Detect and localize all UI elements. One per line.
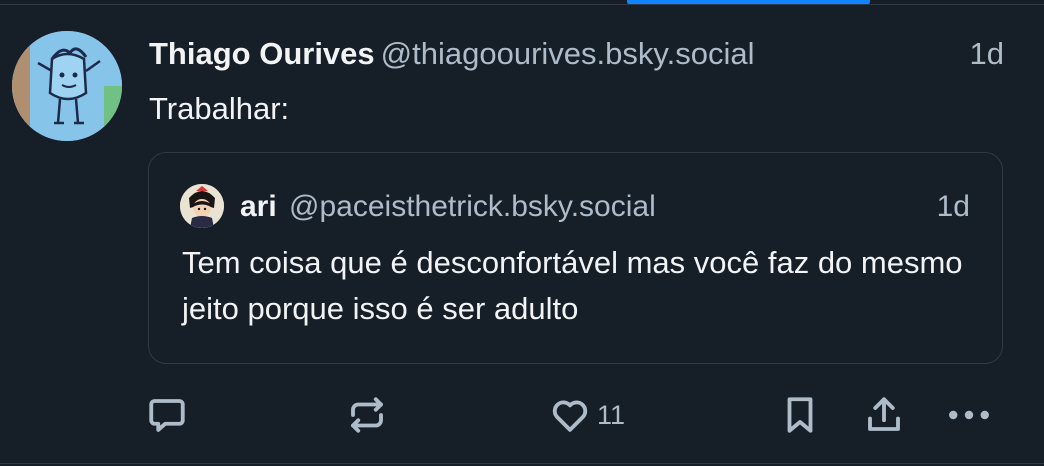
- quote-author-handle[interactable]: @paceisthetrick.bsky.social: [289, 190, 656, 223]
- post-timestamp[interactable]: 1d: [970, 33, 1004, 75]
- repost-arrows-icon: [351, 397, 383, 433]
- top-divider: [0, 4, 1044, 5]
- author-display-name[interactable]: Thiago Ourives: [149, 36, 375, 71]
- quote-timestamp[interactable]: 1d: [937, 187, 970, 227]
- like-count: 11: [597, 399, 626, 430]
- heart-icon: [552, 400, 588, 432]
- author-handle[interactable]: @thiagoourives.bsky.social: [381, 36, 755, 71]
- like-button[interactable]: 11: [549, 390, 625, 440]
- author-avatar[interactable]: [12, 31, 122, 141]
- bookmark-icon: [787, 397, 813, 433]
- quote-author-display-name[interactable]: ari: [240, 190, 277, 223]
- user-avatar-icon: [12, 31, 122, 141]
- reply-button[interactable]: [146, 390, 188, 440]
- quote-author-avatar[interactable]: [180, 184, 224, 228]
- speech-bubble-icon: [149, 399, 185, 432]
- feed-post-view: Thiago Ourives @thiagoourives.bsky.social…: [0, 0, 1044, 466]
- repost-button[interactable]: [346, 390, 388, 440]
- post-actions-bar: 11: [0, 390, 1044, 440]
- active-tab-indicator: [627, 0, 870, 4]
- post-header: Thiago Ourives @thiagoourives.bsky.social: [149, 33, 909, 75]
- quote-text: Tem coisa que é desconfortável mas você …: [182, 245, 963, 326]
- share-upload-icon: [868, 397, 900, 431]
- bookmark-button[interactable]: [779, 390, 821, 440]
- user-avatar-icon: [180, 184, 224, 228]
- share-button[interactable]: [863, 390, 905, 440]
- more-dots-icon: [949, 410, 989, 420]
- bottom-divider: [0, 463, 1044, 464]
- post-text: Trabalhar:: [149, 91, 290, 126]
- quote-post-card[interactable]: ari @paceisthetrick.bsky.social 1d Tem c…: [148, 152, 1003, 364]
- quote-header: ari @paceisthetrick.bsky.social: [240, 187, 656, 227]
- more-options-button[interactable]: [946, 390, 992, 440]
